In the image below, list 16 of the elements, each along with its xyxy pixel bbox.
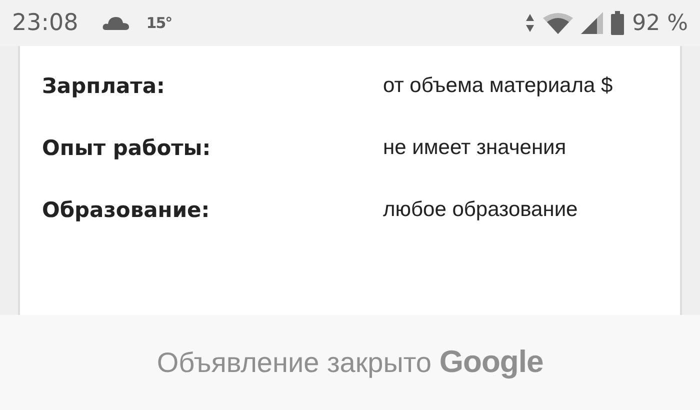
- field-value: от объема материала $: [383, 73, 614, 99]
- temperature: 15°: [146, 12, 172, 34]
- brand-logo: Google: [439, 343, 544, 382]
- field-label: Образование:: [42, 197, 211, 224]
- clock: 23:08: [12, 8, 78, 38]
- field-value: не имеет значения: [383, 135, 568, 161]
- ad-closed-text: Объявление закрыто: [156, 346, 432, 380]
- data-arrows-icon: [525, 13, 536, 33]
- field-value: любое образование: [383, 197, 579, 223]
- field-label: Опыт работы:: [42, 135, 212, 162]
- signal-icon: [581, 12, 604, 34]
- battery-icon: [611, 11, 624, 35]
- field-label: Зарплата:: [42, 73, 166, 100]
- cloud-icon: [102, 15, 130, 31]
- battery-percentage: 92 %: [632, 10, 688, 38]
- wifi-icon: [543, 12, 574, 34]
